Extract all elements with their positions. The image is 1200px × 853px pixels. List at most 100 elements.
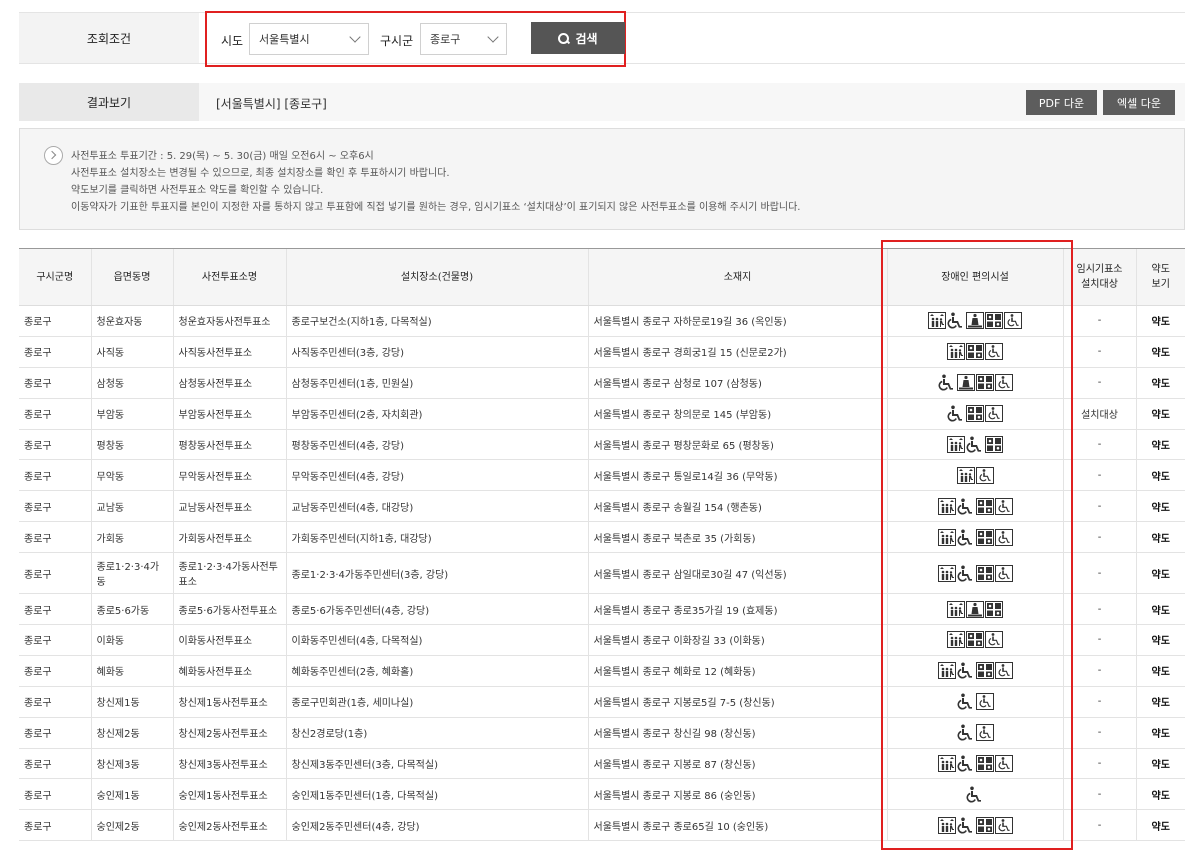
search-button[interactable]: 검색 [531, 22, 625, 54]
gugun-select-value: 종로구 [430, 33, 461, 46]
sido-select-value: 서울특별시 [259, 33, 310, 46]
cell-temp-booth: - [1062, 778, 1136, 811]
cell-address: 서울특별시 종로구 종로35가길 19 (효제동) [587, 593, 887, 626]
table-row: 종로구 종로5·6가동 종로5·6가동사전투표소 종로5·6가동주민센터(4층, 강당… [19, 593, 1185, 626]
cell-gu: 종로구 [19, 305, 91, 337]
cell-facilities [886, 686, 1063, 718]
map-link[interactable]: 약도 [1135, 809, 1185, 842]
cell-gu: 종로구 [19, 429, 91, 461]
notice-line: 사전투표소 설치장소는 변경될 수 있으므로, 최종 설치장소를 확인 후 투표… [71, 168, 450, 179]
cell-gu: 종로구 [19, 552, 91, 595]
cell-gu: 종로구 [19, 593, 91, 626]
table-row: 종로구 창신제2동 창신제2동사전투표소 창신2경로당(1층) 서울특별시 종로구 창신… [19, 717, 1185, 749]
table-row: 종로구 사직동 사직동사전투표소 사직동주민센터(3층, 강당) 서울특별시 종로구 경… [19, 336, 1185, 368]
accessible-sign-icon [994, 662, 1013, 680]
cell-place: 사직동주민센터(3층, 강당) [285, 336, 588, 368]
cell-dong: 숭인제1동 [90, 778, 173, 811]
elevator-icon [947, 631, 965, 649]
map-link[interactable]: 약도 [1135, 459, 1185, 492]
sido-label: 시도 [221, 34, 244, 48]
cell-temp-booth: - [1062, 809, 1136, 842]
cell-facilities [886, 398, 1063, 430]
cell-station: 창신제3동사전투표소 [172, 748, 286, 780]
wheelchair-icon [957, 565, 975, 582]
cell-temp-booth: - [1062, 305, 1136, 337]
gugun-select[interactable]: 종로구 [420, 23, 507, 55]
map-link[interactable]: 약도 [1135, 686, 1185, 718]
cell-temp-booth: - [1062, 429, 1136, 461]
cell-facilities [886, 552, 1063, 595]
notice-line: 약도보기를 클릭하면 사전투표소 약도를 확인할 수 있습니다. [71, 185, 324, 196]
cell-temp-booth: - [1062, 624, 1136, 656]
cell-dong: 창신제3동 [90, 748, 173, 780]
cell-facilities [886, 305, 1063, 337]
cell-temp-booth: 설치대상 [1062, 398, 1136, 430]
cell-temp-booth: - [1062, 717, 1136, 749]
chevron-right-circle-icon [44, 146, 63, 165]
cell-temp-booth: - [1062, 686, 1136, 718]
table-row: 종로구 부암동 부암동사전투표소 부암동주민센터(2층, 자치회관) 서울특별시 종로구… [19, 398, 1185, 430]
elevator-icon [956, 466, 975, 484]
map-link[interactable]: 약도 [1135, 748, 1185, 780]
map-link[interactable]: 약도 [1135, 624, 1185, 656]
map-link[interactable]: 약도 [1135, 593, 1185, 626]
header-map: 약도 보기 [1135, 248, 1185, 306]
elevator-icon [937, 816, 956, 834]
map-link[interactable]: 약도 [1135, 305, 1185, 337]
map-link[interactable]: 약도 [1135, 521, 1185, 554]
header-facilities: 장애인 편의시설 [886, 248, 1063, 306]
cell-dong: 이화동 [90, 624, 173, 656]
pdf-download-button[interactable]: PDF 다운 [1026, 90, 1097, 115]
cell-station: 교남동사전투표소 [172, 490, 286, 523]
cell-temp-booth: - [1062, 490, 1136, 523]
cell-gu: 종로구 [19, 398, 91, 430]
accessible-sign-icon [994, 528, 1013, 546]
search-condition-bar: 조회조건 시도 서울특별시 구시군 종로구 검색 [19, 11, 1185, 67]
map-link[interactable]: 약도 [1135, 336, 1185, 368]
cell-address: 서울특별시 종로구 지봉로 86 (숭인동) [587, 778, 887, 811]
cell-facilities [886, 367, 1063, 399]
braille-icon [975, 528, 994, 546]
cell-dong: 교남동 [90, 490, 173, 523]
cell-temp-booth: - [1062, 593, 1136, 626]
cell-station: 가회동사전투표소 [172, 521, 286, 554]
cell-dong: 청운효자동 [90, 305, 173, 337]
cell-facilities [886, 490, 1063, 523]
result-label: 결과보기 [19, 83, 199, 121]
sido-select[interactable]: 서울특별시 [249, 23, 369, 55]
elevator-icon [947, 436, 965, 453]
notice-box: 사전투표소 투표기간 : 5. 29(목) ~ 5. 30(금) 매일 오전6시… [19, 128, 1185, 230]
cell-gu: 종로구 [19, 686, 91, 718]
map-link[interactable]: 약도 [1135, 655, 1185, 687]
table-row: 종로구 평창동 평창동사전투표소 평창동주민센터(4층, 강당) 서울특별시 종로구 평… [19, 429, 1185, 461]
map-link[interactable]: 약도 [1135, 429, 1185, 461]
table-row: 종로구 종로1·2·3·4가동 종로1·2·3·4가동사전투표소 종로1·2·3·4가… [19, 552, 1185, 595]
braille-icon [966, 343, 984, 361]
map-link[interactable]: 약도 [1135, 398, 1185, 430]
excel-download-button[interactable]: 엑셀 다운 [1103, 90, 1175, 115]
cell-dong: 사직동 [90, 336, 173, 368]
map-link[interactable]: 약도 [1135, 552, 1185, 595]
wheelchair-icon [947, 405, 965, 422]
cell-address: 서울특별시 종로구 삼청로 107 (삼청동) [587, 367, 887, 399]
map-link[interactable]: 약도 [1135, 490, 1185, 523]
cell-dong: 창신제1동 [90, 686, 173, 718]
header-station: 사전투표소명 [172, 248, 286, 306]
cell-station: 창신제2동사전투표소 [172, 717, 286, 749]
cell-station: 청운효자동사전투표소 [172, 305, 286, 337]
table-row: 종로구 이화동 이화동사전투표소 이화동주민센터(4층, 다목적실) 서울특별시 종로구… [19, 624, 1185, 656]
map-link[interactable]: 약도 [1135, 367, 1185, 399]
cell-station: 숭인제2동사전투표소 [172, 809, 286, 842]
cell-station: 평창동사전투표소 [172, 429, 286, 461]
cell-address: 서울특별시 종로구 창의문로 145 (부암동) [587, 398, 887, 430]
table-row: 종로구 혜화동 혜화동사전투표소 혜화동주민센터(2층, 혜화홀) 서울특별시 종로구 … [19, 655, 1185, 687]
cell-station: 종로5·6가동사전투표소 [172, 593, 286, 626]
cell-place: 교남동주민센터(4층, 대강당) [285, 490, 588, 523]
search-icon [558, 32, 570, 44]
map-link[interactable]: 약도 [1135, 717, 1185, 749]
cell-facilities [886, 624, 1063, 656]
accessible-sign-icon [994, 564, 1013, 582]
table-row: 종로구 청운효자동 청운효자동사전투표소 종로구보건소(지하1층, 다목적실) 서울특별… [19, 305, 1185, 337]
braille-icon [975, 374, 994, 392]
map-link[interactable]: 약도 [1135, 778, 1185, 811]
